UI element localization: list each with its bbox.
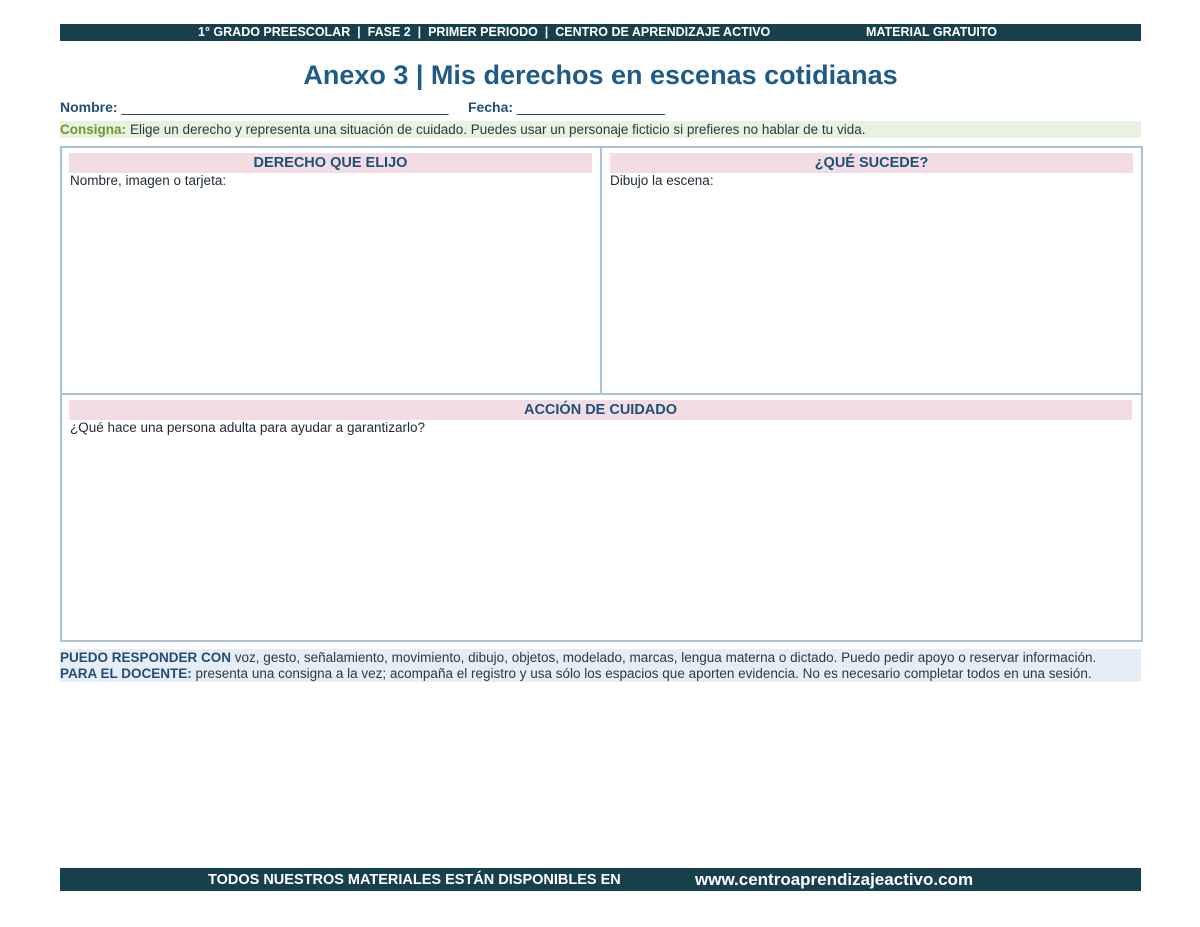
page-title: Anexo 3 | Mis derechos en escenas cotidi…	[303, 60, 898, 90]
header-grade-info: 1° GRADO PREESCOLAR | FASE 2 | PRIMER PE…	[198, 25, 771, 39]
header-free-material: MATERIAL GRATUITO	[866, 25, 998, 39]
footer-url-link[interactable]: www.centroaprendizajeactivo.com	[695, 870, 973, 890]
instruction-label: Consigna:	[60, 122, 126, 137]
name-label: Nombre:	[60, 99, 118, 115]
instruction-banner: Consigna: Elige un derecho y representa …	[60, 121, 1141, 138]
notes-box: PUEDO RESPONDER CON voz, gesto, señalami…	[60, 649, 1141, 682]
accion-cell[interactable]: ACCIÓN DE CUIDADO ¿Qué hace una persona …	[62, 395, 1141, 640]
footer-bar: TODOS NUESTROS MATERIALES ESTÁN DISPONIB…	[60, 868, 1141, 891]
sucede-heading: ¿QUÉ SUCEDE?	[610, 153, 1133, 173]
date-field[interactable]: ___________________	[517, 99, 665, 115]
teacher-text: presenta una consigna a la vez; acompaña…	[195, 666, 1092, 681]
teacher-label: PARA EL DOCENTE:	[60, 666, 192, 681]
respond-note: PUEDO RESPONDER CON voz, gesto, señalami…	[60, 650, 1096, 666]
accion-heading: ACCIÓN DE CUIDADO	[69, 400, 1132, 420]
worksheet-page: 1° GRADO PREESCOLAR | FASE 2 | PRIMER PE…	[60, 0, 1143, 927]
name-field[interactable]: ________________________________________…	[121, 99, 448, 115]
footer-text: TODOS NUESTROS MATERIALES ESTÁN DISPONIB…	[208, 872, 621, 888]
teacher-note: PARA EL DOCENTE: presenta una consigna a…	[60, 666, 1092, 682]
derecho-cell[interactable]: DERECHO QUE ELIJO Nombre, imagen o tarje…	[62, 148, 602, 395]
respond-text: voz, gesto, señalamiento, movimiento, di…	[234, 650, 1097, 665]
instruction-text: Elige un derecho y representa una situac…	[130, 122, 866, 137]
sucede-cell[interactable]: ¿QUÉ SUCEDE? Dibujo la escena:	[602, 148, 1141, 395]
derecho-heading: DERECHO QUE ELIJO	[69, 153, 592, 173]
date-label: Fecha:	[467, 99, 514, 115]
activity-grid: DERECHO QUE ELIJO Nombre, imagen o tarje…	[60, 146, 1143, 642]
accion-prompt: ¿Qué hace una persona adulta para ayudar…	[70, 420, 425, 435]
derecho-prompt: Nombre, imagen o tarjeta:	[70, 173, 227, 188]
header-bar: 1° GRADO PREESCOLAR | FASE 2 | PRIMER PE…	[60, 24, 1141, 41]
sucede-prompt: Dibujo la escena:	[610, 173, 714, 188]
respond-label: PUEDO RESPONDER CON	[60, 650, 232, 665]
name-date-line: Nombre: ________________________________…	[60, 99, 665, 115]
